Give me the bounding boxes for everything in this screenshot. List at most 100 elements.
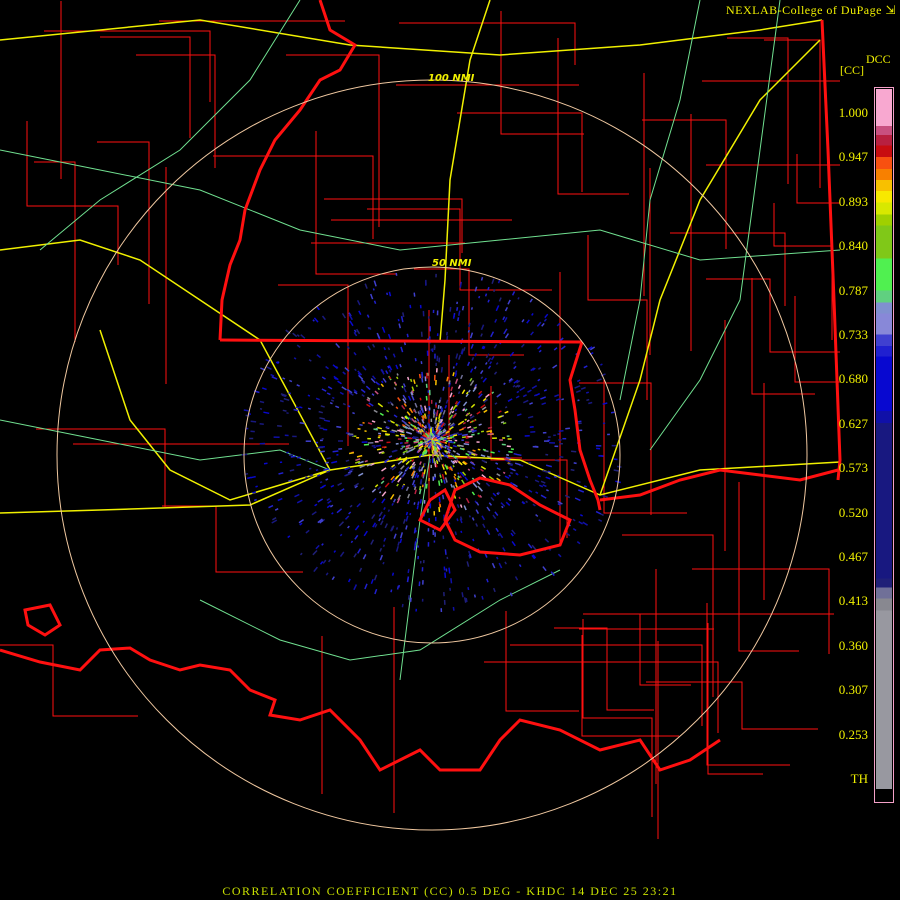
echo-gate xyxy=(474,286,478,292)
echo-gate xyxy=(577,399,580,402)
echo-gate xyxy=(456,307,459,311)
echo-gate xyxy=(553,347,558,351)
echo-gate xyxy=(456,504,460,508)
echo-gate xyxy=(580,386,586,390)
echo-gate xyxy=(405,511,409,516)
echo-gate xyxy=(513,365,517,370)
echo-gate xyxy=(526,319,530,324)
echo-gate xyxy=(317,498,324,503)
echo-gate xyxy=(247,476,252,480)
echo-gate xyxy=(328,559,331,563)
echo-gate xyxy=(347,405,351,408)
echo-gate xyxy=(585,391,590,394)
county-line xyxy=(557,38,629,195)
echo-gate xyxy=(321,376,326,380)
echo-gate xyxy=(452,394,455,398)
echo-gate xyxy=(461,433,468,437)
echo-gate xyxy=(353,351,357,356)
echo-gate xyxy=(471,491,476,496)
echo-gate xyxy=(391,464,396,468)
echo-gate xyxy=(461,305,465,311)
echo-gate xyxy=(395,545,399,552)
echo-gate xyxy=(380,380,384,384)
echo-gate xyxy=(444,477,448,483)
echo-gate xyxy=(320,450,325,453)
echo-gate xyxy=(360,487,365,491)
echo-gate xyxy=(348,511,352,515)
echo-gate xyxy=(350,540,354,544)
echo-gate xyxy=(319,481,323,484)
echo-gate xyxy=(277,425,282,428)
echo-gate xyxy=(467,389,471,393)
echo-gate xyxy=(438,399,441,404)
echo-gate xyxy=(455,484,458,488)
echo-gate xyxy=(459,504,463,508)
echo-gate xyxy=(496,467,501,471)
echo-gate xyxy=(471,433,475,436)
echo-gate xyxy=(524,475,529,479)
echo-gate xyxy=(522,394,527,398)
echo-gate xyxy=(449,392,453,398)
echo-gate xyxy=(271,376,278,380)
echo-gate xyxy=(480,454,486,458)
echo-gate xyxy=(289,379,293,383)
unit-label: [CC] xyxy=(840,63,864,77)
echo-gate xyxy=(527,543,533,549)
product-code: DCC xyxy=(866,52,891,66)
echo-gate xyxy=(401,385,404,389)
echo-gate xyxy=(299,406,303,409)
echo-gate xyxy=(292,332,298,338)
echo-gate xyxy=(397,584,401,588)
echo-gate xyxy=(402,518,406,524)
echo-gate xyxy=(322,484,327,488)
echo-gate xyxy=(368,326,372,330)
echo-gate xyxy=(307,394,311,397)
echo-gate xyxy=(489,361,493,365)
echo-gate xyxy=(438,413,441,417)
echo-gate xyxy=(507,497,512,502)
echo-gate xyxy=(421,472,424,477)
echo-gate xyxy=(486,455,492,459)
echo-gate xyxy=(457,317,460,322)
echo-gate xyxy=(540,480,546,484)
echo-gate xyxy=(412,435,419,439)
echo-gate xyxy=(336,508,343,514)
echo-gate xyxy=(325,461,329,464)
echo-gate xyxy=(495,462,499,465)
echo-gate xyxy=(509,592,513,597)
county-line xyxy=(44,30,211,102)
echo-gate xyxy=(448,380,451,385)
echo-gate xyxy=(463,505,467,511)
echo-gate xyxy=(296,384,300,387)
echo-gate xyxy=(435,463,438,468)
echo-gate xyxy=(386,292,389,296)
echo-gate xyxy=(362,554,367,560)
county-line xyxy=(97,141,150,304)
echo-gate xyxy=(409,304,412,309)
echo-gate xyxy=(595,510,602,515)
echo-gate xyxy=(398,323,402,329)
echo-gate xyxy=(418,469,422,472)
echo-gate xyxy=(338,521,345,527)
echo-gate xyxy=(395,272,398,276)
echo-gate xyxy=(296,334,300,337)
echo-gate xyxy=(415,384,418,387)
echo-gate xyxy=(395,406,399,410)
echo-gate xyxy=(348,451,355,455)
echo-gate xyxy=(399,532,404,539)
echo-gate xyxy=(277,497,283,502)
echo-gate xyxy=(326,457,331,460)
legend-label: 0.573 xyxy=(838,460,868,476)
echo-gate xyxy=(381,498,386,504)
echo-gate xyxy=(395,364,399,370)
echo-gate xyxy=(476,480,481,485)
echo-gate xyxy=(387,401,390,405)
echo-gate xyxy=(485,355,489,359)
credit-link[interactable]: NEXLAB-College of DuPage ⇲ xyxy=(726,3,896,18)
echo-gate xyxy=(464,418,467,421)
echo-gate xyxy=(385,425,390,429)
echo-gate xyxy=(245,414,250,417)
echo-gate xyxy=(481,515,486,521)
county-line xyxy=(286,54,380,227)
echo-gate xyxy=(389,430,395,434)
